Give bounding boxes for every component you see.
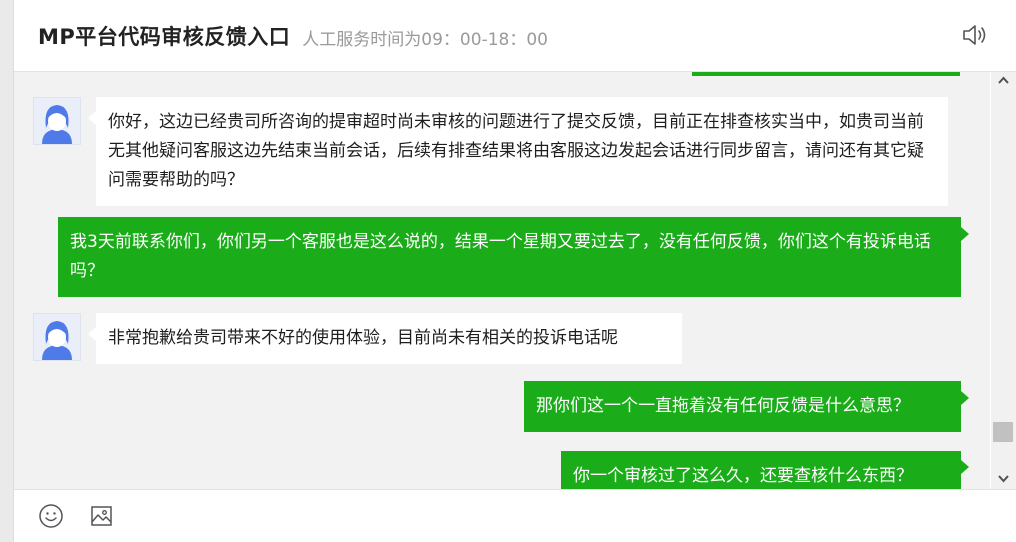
bubble-tail [88, 111, 96, 125]
agent-avatar [33, 313, 81, 361]
message-list[interactable]: 你好，这边已经贵司所咨询的提审超时尚未审核的问题进行了提交反馈，目前正在排查核实… [14, 72, 990, 489]
user-message-bubble: 你一个审核过了这么久，还要查核什么东西？ [561, 451, 961, 489]
user-message-bubble: 我3天前联系你们，你们另一个客服也是这么说的，结果一个星期又要过去了，没有任何反… [58, 217, 961, 297]
image-icon[interactable] [89, 503, 115, 529]
scrollbar-thumb[interactable] [993, 422, 1013, 442]
previous-message-bubble [692, 72, 960, 76]
bubble-tail [88, 327, 96, 341]
agent-message-bubble: 非常抱歉给贵司带来不好的使用体验，目前尚未有相关的投诉电话呢 [96, 313, 682, 364]
scroll-up-icon[interactable] [991, 72, 1016, 90]
input-toolbar [14, 489, 1016, 542]
chat-header: MP平台代码审核反馈入口 人工服务时间为09：00-18：00 [14, 0, 1016, 72]
smiley-icon[interactable] [38, 503, 64, 529]
speaker-icon[interactable] [962, 23, 988, 47]
user-message-bubble: 那你们这一个一直拖着没有任何反馈是什么意思？ [524, 381, 961, 432]
bubble-tail [961, 460, 969, 474]
chat-window: MP平台代码审核反馈入口 人工服务时间为09：00-18：00 你好，这边已经贵… [13, 0, 1016, 542]
bubble-tail [961, 391, 969, 405]
page-title: MP平台代码审核反馈入口 [38, 24, 291, 49]
service-hours: 人工服务时间为09：00-18：00 [302, 29, 548, 50]
vertical-scrollbar[interactable] [991, 72, 1016, 489]
agent-avatar [33, 97, 81, 145]
agent-message-bubble: 你好，这边已经贵司所咨询的提审超时尚未审核的问题进行了提交反馈，目前正在排查核实… [96, 97, 948, 206]
bubble-tail [961, 227, 969, 241]
scroll-down-icon[interactable] [991, 470, 1016, 488]
